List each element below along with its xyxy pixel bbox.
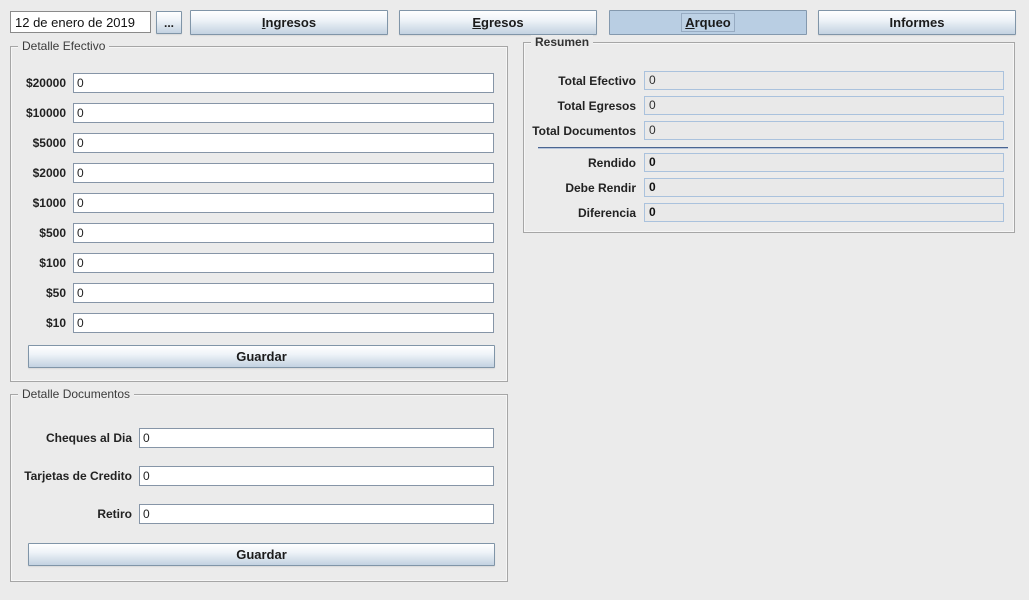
total-documentos-field: 0	[644, 121, 1004, 140]
denomination-row: $50	[11, 283, 507, 303]
denomination-row: $5000	[11, 133, 507, 153]
denomination-label: $50	[11, 286, 66, 300]
debe-rendir-field: 0	[644, 178, 1004, 197]
denomination-row: $20000	[11, 73, 507, 93]
document-row: Cheques al Dia	[11, 428, 507, 448]
resumen-panel: Resumen Total Efectivo 0 Total Egresos 0…	[523, 42, 1015, 233]
denomination-label: $100	[11, 256, 66, 270]
rendido-field: 0	[644, 153, 1004, 172]
nav-button-label: Arqueo	[681, 13, 735, 32]
input-retiro[interactable]	[139, 504, 494, 524]
summary-row: Diferencia 0	[524, 203, 1014, 222]
denomination-row: $2000	[11, 163, 507, 183]
panel-title: Detalle Documentos	[18, 387, 134, 401]
panel-title: Resumen	[531, 35, 593, 49]
date-input[interactable]	[10, 11, 151, 33]
input-2000[interactable]	[73, 163, 494, 183]
document-row: Retiro	[11, 504, 507, 524]
document-label: Tarjetas de Credito	[11, 469, 132, 483]
arqueo-window: ... Ingresos Egresos Arqueo Informes Det…	[0, 0, 1029, 600]
denomination-label: $1000	[11, 196, 66, 210]
denomination-label: $500	[11, 226, 66, 240]
document-label: Retiro	[11, 507, 132, 521]
nav-button-label: Informes	[887, 14, 948, 31]
denomination-row: $10000	[11, 103, 507, 123]
summary-row: Debe Rendir 0	[524, 178, 1014, 197]
document-label: Cheques al Dia	[11, 431, 132, 445]
input-10000[interactable]	[73, 103, 494, 123]
input-20000[interactable]	[73, 73, 494, 93]
input-500[interactable]	[73, 223, 494, 243]
denomination-label: $10	[11, 316, 66, 330]
input-tarjetas-de-credito[interactable]	[139, 466, 494, 486]
guardar-documentos-button[interactable]: Guardar	[28, 543, 495, 566]
detalle-documentos-panel: Detalle Documentos Cheques al Dia Tarjet…	[10, 394, 508, 582]
summary-row: Total Efectivo 0	[524, 71, 1014, 90]
nav-button-egresos[interactable]: Egresos	[399, 10, 597, 35]
guardar-efectivo-button[interactable]: Guardar	[28, 345, 495, 368]
document-row: Tarjetas de Credito	[11, 466, 507, 486]
total-efectivo-field: 0	[644, 71, 1004, 90]
ellipsis-icon: ...	[164, 16, 174, 30]
nav-button-arqueo[interactable]: Arqueo	[609, 10, 807, 35]
total-egresos-field: 0	[644, 96, 1004, 115]
denomination-label: $5000	[11, 136, 66, 150]
summary-separator	[538, 147, 1008, 148]
nav-button-informes[interactable]: Informes	[818, 10, 1016, 35]
summary-label: Diferencia	[524, 206, 636, 220]
denomination-row: $1000	[11, 193, 507, 213]
summary-row: Rendido 0	[524, 153, 1014, 172]
detalle-efectivo-panel: Detalle Efectivo $20000 $10000 $5000 $20…	[10, 46, 508, 382]
denomination-label: $2000	[11, 166, 66, 180]
nav-button-ingresos[interactable]: Ingresos	[190, 10, 388, 35]
denomination-row: $10	[11, 313, 507, 333]
input-100[interactable]	[73, 253, 494, 273]
summary-label: Rendido	[524, 156, 636, 170]
nav-button-label: Egresos	[469, 14, 526, 31]
date-picker-button[interactable]: ...	[156, 11, 182, 34]
nav-button-label: Ingresos	[259, 14, 319, 31]
denomination-row: $100	[11, 253, 507, 273]
summary-row: Total Documentos 0	[524, 121, 1014, 140]
summary-label: Total Efectivo	[524, 74, 636, 88]
denomination-row: $500	[11, 223, 507, 243]
summary-label: Total Documentos	[524, 124, 636, 138]
input-10[interactable]	[73, 313, 494, 333]
denomination-label: $20000	[11, 76, 66, 90]
summary-label: Total Egresos	[524, 99, 636, 113]
denomination-label: $10000	[11, 106, 66, 120]
input-1000[interactable]	[73, 193, 494, 213]
input-cheques-al-dia[interactable]	[139, 428, 494, 448]
summary-row: Total Egresos 0	[524, 96, 1014, 115]
input-50[interactable]	[73, 283, 494, 303]
panel-title: Detalle Efectivo	[18, 39, 109, 53]
input-5000[interactable]	[73, 133, 494, 153]
summary-label: Debe Rendir	[524, 181, 636, 195]
diferencia-field: 0	[644, 203, 1004, 222]
